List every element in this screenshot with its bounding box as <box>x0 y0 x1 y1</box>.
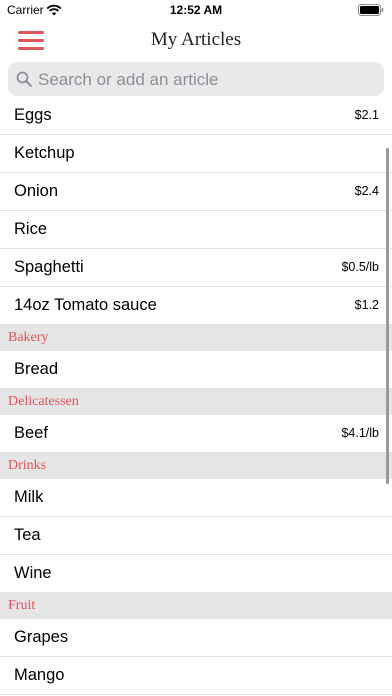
articles-list: Eggs $2.1 Ketchup Onion $2.4 Rice Spaghe… <box>0 97 392 695</box>
item-name: Mango <box>14 666 65 684</box>
search-bar[interactable] <box>8 62 384 96</box>
scroll-indicator[interactable] <box>386 148 389 484</box>
item-price: $1.2 <box>354 298 379 312</box>
section-header-delicatessen: Delicatessen <box>0 389 392 415</box>
list-item[interactable]: Rice <box>0 211 392 249</box>
section-title: Drinks <box>8 458 47 473</box>
item-price: $0.5/lb <box>341 260 379 274</box>
section-title: Bakery <box>8 330 49 345</box>
item-name: Ketchup <box>14 144 75 162</box>
item-name: Wine <box>14 564 52 582</box>
page-title: My Articles <box>150 29 242 50</box>
list-item[interactable]: Eggs $2.1 <box>0 97 392 135</box>
item-price: $4.1/lb <box>341 426 379 440</box>
clock: 12:52 AM <box>169 3 223 17</box>
item-price: $2.4 <box>354 184 379 198</box>
item-name: 14oz Tomato sauce <box>14 296 157 314</box>
list-item[interactable]: Ketchup <box>0 135 392 173</box>
item-name: Beef <box>14 424 48 442</box>
section-header-fruit: Fruit <box>0 593 392 619</box>
item-name: Tea <box>14 526 41 544</box>
list-item[interactable]: Tea <box>0 517 392 555</box>
item-name: Onion <box>14 182 59 200</box>
item-name: Rice <box>14 220 48 238</box>
status-bar: Carrier 12:52 AM <box>0 0 392 22</box>
battery-icon <box>358 4 384 16</box>
section-header-drinks: Drinks <box>0 453 392 479</box>
item-name: Spaghetti <box>14 258 84 276</box>
list-item[interactable]: Beef $4.1/lb <box>0 415 392 453</box>
list-item[interactable]: Wine <box>0 555 392 593</box>
list-item[interactable]: 14oz Tomato sauce $1.2 <box>0 287 392 325</box>
section-title: Fruit <box>8 598 36 613</box>
item-name: Eggs <box>14 106 52 124</box>
list-item[interactable]: Spaghetti $0.5/lb <box>0 249 392 287</box>
list-item[interactable]: Bread <box>0 351 392 389</box>
item-name: Bread <box>14 360 59 378</box>
list-item[interactable]: Milk <box>0 479 392 517</box>
search-icon <box>16 71 32 87</box>
list-item[interactable]: Onion $2.4 <box>0 173 392 211</box>
list-item[interactable]: Grapes <box>0 619 392 657</box>
item-price: $2.1 <box>354 108 379 122</box>
navigation-bar: My Articles <box>0 22 392 60</box>
item-name: Grapes <box>14 628 69 646</box>
section-header-bakery: Bakery <box>0 325 392 351</box>
section-title: Delicatessen <box>8 394 79 409</box>
item-name: Milk <box>14 488 44 506</box>
list-item[interactable]: Mango <box>0 657 392 695</box>
search-input[interactable] <box>36 67 380 93</box>
